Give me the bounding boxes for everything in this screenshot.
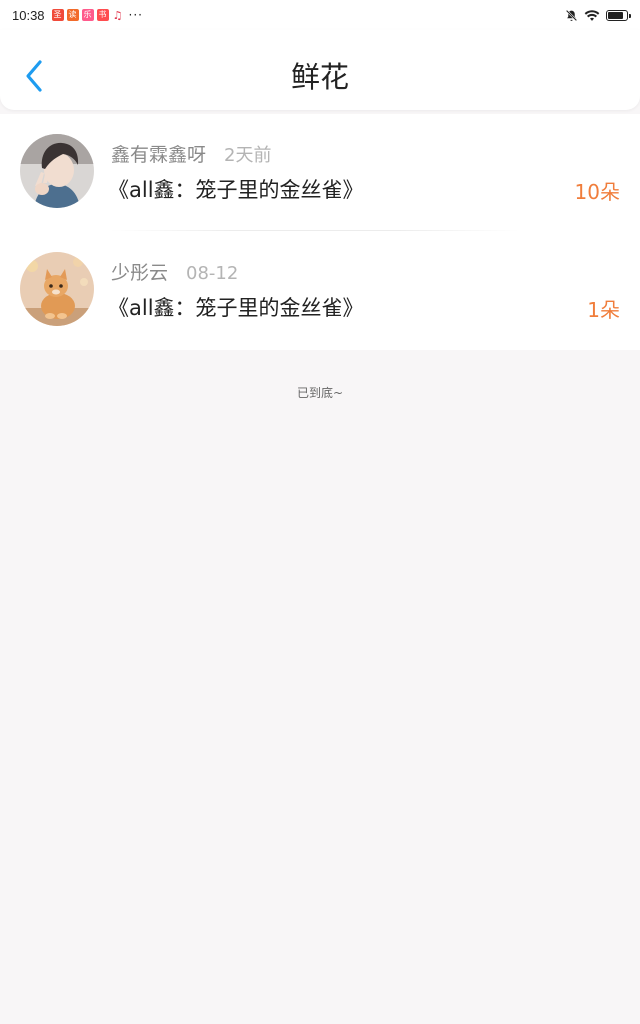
status-bar: 10:38 圣 读 乐 书 ♫ ··· xyxy=(0,0,640,30)
app-icon-orange: 读 xyxy=(66,9,79,21)
music-icon: ♫ xyxy=(111,8,124,22)
gift-time: 2天前 xyxy=(224,145,272,166)
battery-icon xyxy=(606,9,631,21)
gift-time: 08-12 xyxy=(186,263,239,284)
gift-meta: 鑫有霖鑫呀 2天前 xyxy=(111,140,271,167)
more-notifications-icon: ··· xyxy=(128,8,143,22)
book-title[interactable]: 《all鑫：笼子里的金丝雀》 xyxy=(108,174,364,204)
header: 鲜花 xyxy=(0,30,640,110)
status-left: 10:38 圣 读 乐 书 ♫ ··· xyxy=(12,8,143,23)
user-name[interactable]: 鑫有霖鑫呀 xyxy=(111,140,206,167)
status-right xyxy=(565,9,631,22)
user-name[interactable]: 少彤云 xyxy=(111,258,168,285)
avatar-person-image xyxy=(20,134,94,208)
flower-gift-list: 鑫有霖鑫呀 2天前 《all鑫：笼子里的金丝雀》 10朵 少彤云 08-12 《… xyxy=(0,114,640,350)
gift-meta: 少彤云 08-12 xyxy=(111,258,238,285)
app-icon-pink: 乐 xyxy=(81,9,94,21)
book-title[interactable]: 《all鑫：笼子里的金丝雀》 xyxy=(108,292,364,322)
list-item[interactable]: 鑫有霖鑫呀 2天前 《all鑫：笼子里的金丝雀》 10朵 xyxy=(0,114,640,232)
app-icon-red: 圣 xyxy=(51,9,64,21)
user-avatar[interactable] xyxy=(20,134,94,208)
divider xyxy=(110,230,520,231)
bell-off-icon xyxy=(565,9,578,21)
user-avatar[interactable] xyxy=(20,252,94,326)
wifi-icon xyxy=(584,9,600,21)
avatar-cat-image xyxy=(20,252,94,326)
status-time: 10:38 xyxy=(12,7,45,23)
end-of-list-text: 已到底~ xyxy=(296,386,344,400)
flower-count: 1朵 xyxy=(587,298,620,322)
app-icon-red-2: 书 xyxy=(96,9,109,21)
flower-count: 10朵 xyxy=(574,180,620,204)
page-title: 鲜花 xyxy=(290,60,349,94)
list-item[interactable]: 少彤云 08-12 《all鑫：笼子里的金丝雀》 1朵 xyxy=(0,232,640,350)
